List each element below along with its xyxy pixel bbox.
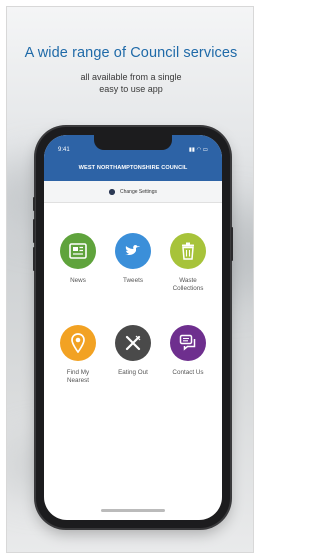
- tile-news-label: News: [51, 277, 105, 285]
- tile-label-line: Collections: [172, 285, 204, 292]
- promo-subline: all available from a single easy to use …: [7, 71, 253, 95]
- phone-power-button: [231, 227, 233, 261]
- phone-mockup: 9:41 ▮▮ ◠ ▭ WEST NORTHAMPTONSHIRE COUNCI…: [33, 127, 233, 528]
- bin-icon: [170, 233, 206, 269]
- tile-label-line: Waste: [179, 277, 197, 284]
- cutlery-icon: [115, 325, 151, 361]
- tile-label-line: News: [70, 277, 86, 284]
- tile-contact-us[interactable]: Contact Us: [161, 325, 215, 377]
- tile-eating-out[interactable]: Eating Out: [106, 325, 160, 377]
- tile-label-line: Nearest: [66, 377, 90, 384]
- tile-waste-collections-label: Waste Collections: [161, 277, 215, 293]
- change-settings-button[interactable]: Change Settings: [44, 181, 222, 203]
- gear-icon: [109, 188, 115, 195]
- tile-waste-collections[interactable]: Waste Collections: [161, 233, 215, 293]
- tile-find-my-nearest-label: Find My Nearest: [51, 369, 105, 385]
- promo-subline-line-1: all available from a single: [80, 72, 182, 82]
- status-time: 9:41: [58, 147, 70, 153]
- newspaper-icon: [60, 233, 96, 269]
- phone-side-button: [33, 219, 35, 243]
- phone-side-button: [33, 197, 35, 211]
- app-title: WEST NORTHAMPTONSHIRE COUNCIL: [78, 165, 188, 171]
- twitter-bird-icon: [115, 233, 151, 269]
- promo-card: A wide range of Council services all ava…: [6, 6, 254, 553]
- promo-subline-line-2: easy to use app: [99, 84, 163, 94]
- tile-find-my-nearest[interactable]: Find My Nearest: [51, 325, 105, 385]
- phone-notch: [94, 135, 172, 150]
- tile-tweets[interactable]: Tweets: [106, 233, 160, 285]
- tile-label-line: Eating Out: [118, 369, 148, 376]
- phone-screen: 9:41 ▮▮ ◠ ▭ WEST NORTHAMPTONSHIRE COUNCI…: [44, 135, 222, 520]
- location-pin-icon: [60, 325, 96, 361]
- phone-side-button: [33, 247, 35, 271]
- change-settings-label: Change Settings: [120, 188, 157, 195]
- chat-bubbles-icon: [170, 325, 206, 361]
- tile-label-line: Tweets: [123, 277, 143, 284]
- status-icons: ▮▮ ◠ ▭: [188, 147, 208, 153]
- tile-tweets-label: Tweets: [106, 277, 160, 285]
- tile-contact-us-label: Contact Us: [161, 369, 215, 377]
- tile-label-line: Contact Us: [172, 369, 204, 376]
- tile-news[interactable]: News: [51, 233, 105, 285]
- promo-headline: A wide range of Council services: [24, 45, 238, 61]
- tile-eating-out-label: Eating Out: [106, 369, 160, 377]
- app-header: 9:41 ▮▮ ◠ ▭ WEST NORTHAMPTONSHIRE COUNCI…: [44, 135, 222, 181]
- tile-label-line: Find My: [66, 369, 90, 376]
- home-indicator: [101, 509, 165, 512]
